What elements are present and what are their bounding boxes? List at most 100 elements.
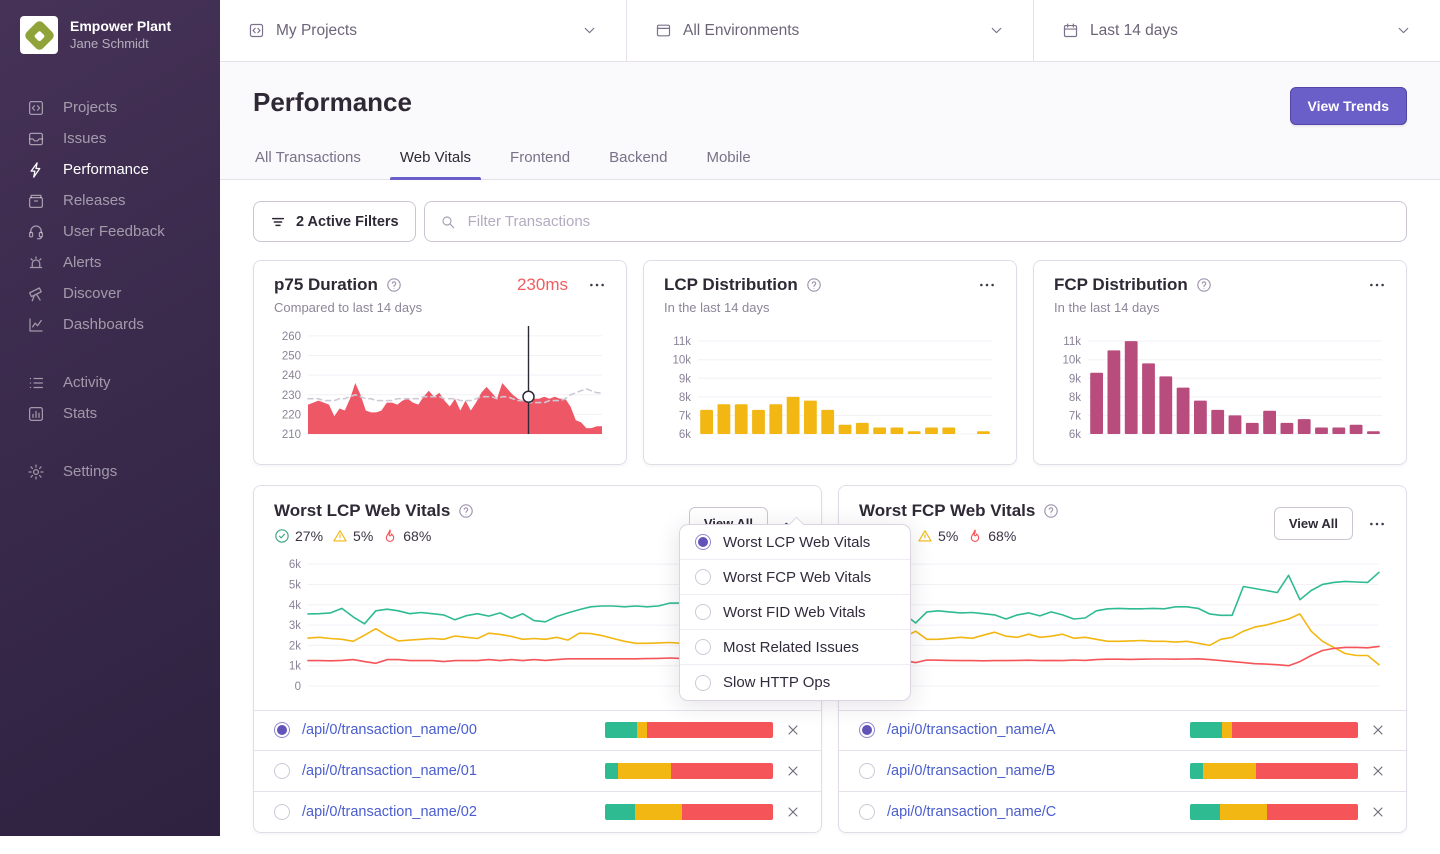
sidebar-item-stats[interactable]: Stats (0, 398, 220, 429)
menu-item-worst-fcp-web-vitals[interactable]: Worst FCP Web Vitals (680, 560, 910, 595)
transaction-radio[interactable] (274, 762, 290, 779)
close-icon[interactable] (785, 763, 801, 779)
svg-text:9k: 9k (679, 373, 691, 385)
tab-backend[interactable]: Backend (607, 149, 669, 179)
chevron-down-icon (988, 22, 1005, 39)
user-name: Jane Schmidt (70, 35, 149, 51)
view-trends-button[interactable]: View Trends (1289, 87, 1407, 125)
transaction-link[interactable]: /api/0/transaction_name/02 (302, 804, 477, 820)
alerts-icon (27, 254, 45, 272)
menu-radio[interactable] (695, 674, 711, 691)
sidebar-item-alerts[interactable]: Alerts (0, 247, 220, 278)
p75-card-title: p75 Duration (274, 275, 378, 294)
close-icon[interactable] (1370, 763, 1386, 779)
svg-text:240: 240 (282, 370, 301, 382)
transaction-search (423, 201, 1407, 242)
help-icon[interactable] (1196, 277, 1212, 293)
active-filters-button[interactable]: 2 Active Filters (253, 201, 416, 242)
menu-radio[interactable] (695, 639, 711, 655)
sidebar-item-user-feedback[interactable]: User Feedback (0, 216, 220, 247)
transaction-row: /api/0/transaction_name/A (839, 711, 1406, 751)
org-switcher[interactable]: Empower Plant Jane Schmidt (0, 12, 220, 64)
org-name: Empower Plant (70, 18, 172, 35)
vitals-badges: 27% 5% 68% (274, 528, 689, 544)
transaction-link[interactable]: /api/0/transaction_name/B (887, 763, 1055, 779)
fcp-menu-button[interactable] (1368, 276, 1386, 294)
svg-text:5k: 5k (289, 579, 301, 591)
sidebar-item-releases[interactable]: Releases (0, 185, 220, 216)
transaction-radio[interactable] (859, 803, 875, 820)
sidebar-item-settings[interactable]: Settings (0, 456, 220, 487)
svg-text:11k: 11k (1063, 336, 1081, 348)
menu-radio[interactable] (695, 569, 711, 585)
transaction-radio[interactable] (274, 722, 290, 739)
transaction-link[interactable]: /api/0/transaction_name/C (887, 804, 1056, 820)
warning-icon (917, 528, 933, 544)
vitals-type-dropdown-menu: Worst LCP Web Vitals Worst FCP Web Vitals… (679, 524, 911, 701)
vitals-distribution-bar (1190, 803, 1358, 820)
help-icon[interactable] (1043, 503, 1059, 519)
menu-radio[interactable] (695, 534, 711, 550)
vitals-distribution-bar (1190, 762, 1358, 779)
menu-item-slow-http-ops[interactable]: Slow HTTP Ops (680, 665, 910, 700)
menu-item-worst-fid-web-vitals[interactable]: Worst FID Web Vitals (680, 595, 910, 630)
fcp-distribution-card: FCP Distribution In the last 14 days 11k… (1033, 260, 1407, 465)
tab-web-vitals[interactable]: Web Vitals (389, 149, 482, 180)
close-icon[interactable] (785, 722, 801, 738)
p75-menu-button[interactable] (588, 276, 606, 294)
search-input[interactable] (465, 212, 1391, 231)
worst-fcp-title: Worst FCP Web Vitals (859, 501, 1036, 520)
worst-lcp-title: Worst LCP Web Vitals (274, 501, 451, 520)
stats-icon (27, 405, 45, 423)
view-all-button[interactable]: View All (1273, 507, 1353, 540)
vitals-distribution-bar (1190, 722, 1358, 739)
svg-text:250: 250 (282, 351, 301, 363)
close-icon[interactable] (1370, 804, 1386, 820)
transaction-link[interactable]: /api/0/transaction_name/01 (302, 763, 477, 779)
date-range-dropdown[interactable]: Last 14 days (1033, 0, 1440, 61)
transaction-link[interactable]: /api/0/transaction_name/A (887, 722, 1055, 738)
sidebar-item-issues[interactable]: Issues (0, 123, 220, 154)
main-area: My Projects All Environments Last 14 day… (220, 0, 1440, 854)
sidebar-item-projects[interactable]: Projects (0, 92, 220, 123)
close-icon[interactable] (785, 804, 801, 820)
menu-radio[interactable] (695, 604, 711, 620)
fcp-distribution-chart: 11k 10k 9k 8k 7k 6k (1062, 336, 1382, 441)
help-icon[interactable] (386, 277, 402, 293)
worst-fcp-menu-button[interactable] (1368, 515, 1386, 533)
sidebar-item-performance[interactable]: Performance (0, 154, 220, 185)
svg-text:8k: 8k (679, 392, 691, 404)
sidebar-item-activity[interactable]: Activity (0, 367, 220, 398)
menu-item-worst-lcp-web-vitals[interactable]: Worst LCP Web Vitals (680, 525, 910, 560)
tab-mobile[interactable]: Mobile (704, 149, 752, 179)
global-filter-bar: My Projects All Environments Last 14 day… (220, 0, 1440, 62)
filter-icon (270, 214, 286, 230)
svg-text:230: 230 (282, 390, 301, 402)
search-icon (440, 214, 456, 230)
transaction-link[interactable]: /api/0/transaction_name/00 (302, 722, 477, 738)
close-icon[interactable] (1370, 722, 1386, 738)
lcp-subtitle: In the last 14 days (664, 300, 770, 315)
transaction-radio[interactable] (274, 803, 290, 820)
page-header: Performance View Trends All Transactions… (220, 62, 1440, 180)
sidebar-item-dashboards[interactable]: Dashboards (0, 309, 220, 340)
transaction-row: /api/0/transaction_name/02 (254, 792, 821, 833)
settings-icon (27, 463, 45, 481)
transaction-radio[interactable] (859, 762, 875, 779)
svg-text:9k: 9k (1069, 373, 1081, 385)
help-icon[interactable] (458, 503, 474, 519)
sidebar-item-discover[interactable]: Discover (0, 278, 220, 309)
fcp-card-title: FCP Distribution (1054, 275, 1188, 294)
transaction-radio[interactable] (859, 722, 875, 739)
tab-frontend[interactable]: Frontend (508, 149, 572, 179)
environment-filter-dropdown[interactable]: All Environments (626, 0, 1033, 61)
project-filter-dropdown[interactable]: My Projects (220, 0, 626, 61)
svg-text:6k: 6k (679, 429, 691, 441)
tab-all-transactions[interactable]: All Transactions (253, 149, 363, 179)
lcp-menu-button[interactable] (978, 276, 996, 294)
menu-item-most-related-issues[interactable]: Most Related Issues (680, 630, 910, 665)
svg-text:6k: 6k (1069, 429, 1081, 441)
discover-icon (27, 285, 45, 303)
worst-fcp-chart: 6k5k4k3k2k1k0 (874, 559, 1380, 693)
help-icon[interactable] (806, 277, 822, 293)
